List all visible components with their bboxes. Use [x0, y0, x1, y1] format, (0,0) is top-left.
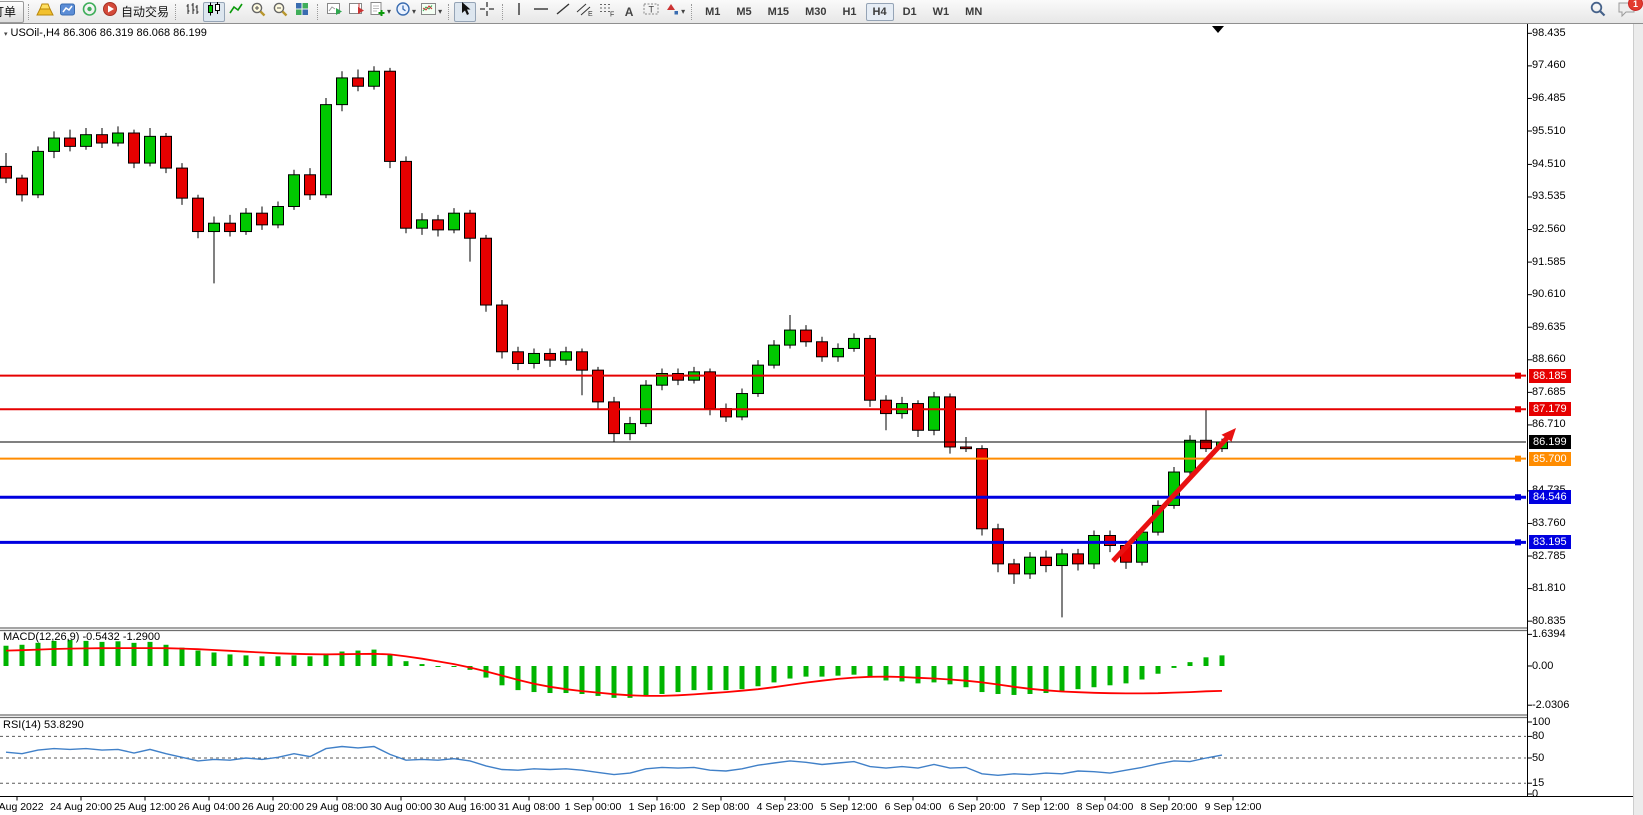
chart-frame	[0, 23, 1643, 801]
deposit-button[interactable]	[34, 2, 56, 22]
vertical-line-tool-button[interactable]	[508, 2, 530, 22]
channel-letter: E	[588, 11, 593, 17]
bar-chart-mode-button[interactable]	[181, 2, 203, 22]
signals-button[interactable]	[78, 2, 100, 22]
symbol-ohlc-readout: USOil-,H4 86.306 86.319 86.068 86.199	[11, 27, 207, 39]
text-tool-icon: A	[625, 5, 634, 19]
tile-windows-button[interactable]	[291, 2, 313, 22]
vertical-line-icon	[512, 1, 526, 22]
chart-canvas[interactable]	[0, 0, 1643, 815]
cursor-icon	[458, 1, 473, 22]
fibonacci-tool-button[interactable]: F	[596, 2, 618, 22]
auto-scroll-button[interactable]	[323, 2, 345, 22]
history-chart-icon	[59, 2, 76, 22]
auto-trading-label: 自动交易	[121, 3, 169, 20]
chart-template-icon	[420, 1, 437, 22]
candles-layer	[1, 66, 1228, 617]
timeframe-D1[interactable]: D1	[896, 3, 924, 21]
period-clock-button[interactable]: ▾	[393, 2, 418, 22]
timeframe-H4[interactable]: H4	[866, 3, 894, 21]
macd-indicator-label: MACD(12,26,9) -0.5432 -1.2900	[3, 631, 160, 643]
arrow-shapes-icon	[664, 1, 680, 22]
macd-layer	[4, 640, 1225, 698]
templates-button[interactable]: ▾	[418, 2, 444, 22]
toolbar-separator	[317, 4, 319, 20]
trendline-icon	[555, 1, 571, 22]
signal-broadcast-icon	[81, 1, 98, 22]
mt4-window: { "window": { "badge_count": "1" }, "ico…	[0, 0, 1643, 815]
toolbar-separator	[691, 4, 693, 20]
chart-title: ▾USOil-,H4 86.306 86.319 86.068 86.199	[3, 27, 207, 39]
toolbar: 订单 自动交易 ▾ ▾ ▾	[0, 0, 1643, 24]
equidistant-channel-tool-button[interactable]: E	[574, 2, 596, 22]
chart-shift-button[interactable]	[345, 2, 367, 22]
history-center-button[interactable]	[56, 2, 78, 22]
cursor-tool-button[interactable]	[454, 2, 476, 22]
crosshair-icon	[479, 1, 495, 22]
toolbar-separator	[28, 4, 30, 20]
add-indicator-icon	[369, 1, 386, 22]
auto-trading-button[interactable]: 自动交易	[100, 2, 171, 22]
search-button[interactable]	[1587, 2, 1609, 22]
label-letter: T	[649, 5, 655, 15]
auto-trading-icon	[102, 1, 118, 22]
clock-icon	[395, 1, 411, 22]
vertical-scrollbar[interactable]	[1633, 23, 1643, 815]
arrows-tool-button[interactable]: ▾	[662, 2, 687, 22]
timeframe-group: M1M5M15M30H1H4D1W1MN	[697, 3, 990, 21]
dropdown-caret-icon: ▾	[681, 8, 685, 16]
rsi-line	[6, 747, 1222, 776]
zoom-out-button[interactable]	[269, 2, 291, 22]
rsi-indicator-label: RSI(14) 53.8290	[3, 719, 84, 731]
timeframe-M5[interactable]: M5	[729, 3, 758, 21]
toolbar-separator	[175, 4, 177, 20]
timeframe-MN[interactable]: MN	[958, 3, 989, 21]
new-order-button[interactable]: 订单	[0, 1, 24, 23]
timeframe-M15[interactable]: M15	[761, 3, 796, 21]
channel-icon: E	[576, 1, 594, 22]
fibo-letter: F	[610, 12, 614, 18]
notifications-button[interactable]: 1	[1617, 0, 1637, 23]
text-label-tool-button[interactable]: T	[640, 2, 662, 22]
fibonacci-icon: F	[598, 1, 616, 22]
candlestick-icon	[206, 1, 222, 22]
search-icon	[1589, 0, 1607, 23]
toolbar-right-group: 1	[1587, 0, 1637, 23]
zoom-in-icon	[250, 1, 267, 23]
gold-ingot-icon	[36, 2, 54, 22]
horizontal-line-icon	[532, 1, 550, 22]
text-label-icon: T	[642, 1, 660, 22]
text-tool-button[interactable]: A	[618, 2, 640, 22]
horizontal-line-tool-button[interactable]	[530, 2, 552, 22]
toolbar-separator	[448, 4, 450, 20]
candlestick-mode-button[interactable]	[203, 2, 225, 22]
trendline-tool-button[interactable]	[552, 2, 574, 22]
add-indicator-button[interactable]: ▾	[367, 2, 393, 22]
chart-shift-marker[interactable]	[1212, 26, 1224, 33]
dropdown-caret-icon: ▾	[438, 8, 442, 16]
chart-context-caret: ▾	[4, 31, 8, 38]
timeframe-M30[interactable]: M30	[798, 3, 833, 21]
crosshair-tool-button[interactable]	[476, 2, 498, 22]
dropdown-caret-icon: ▾	[387, 8, 391, 16]
timeframe-W1[interactable]: W1	[926, 3, 957, 21]
tile-windows-icon	[294, 1, 310, 22]
zoom-out-icon	[272, 1, 289, 23]
chart-shift-icon	[348, 1, 365, 22]
new-order-label: 订单	[0, 3, 16, 20]
line-chart-mode-button[interactable]	[225, 2, 247, 22]
auto-scroll-icon	[326, 1, 343, 22]
ohlc-bars-icon	[184, 1, 200, 22]
line-chart-icon	[228, 1, 244, 22]
toolbar-separator	[502, 4, 504, 20]
notification-badge: 1	[1628, 0, 1643, 11]
price-level-lines[interactable]	[0, 373, 1526, 546]
zoom-in-button[interactable]	[247, 2, 269, 22]
timeframe-M1[interactable]: M1	[698, 3, 727, 21]
dropdown-caret-icon: ▾	[412, 8, 416, 16]
timeframe-H1[interactable]: H1	[835, 3, 863, 21]
